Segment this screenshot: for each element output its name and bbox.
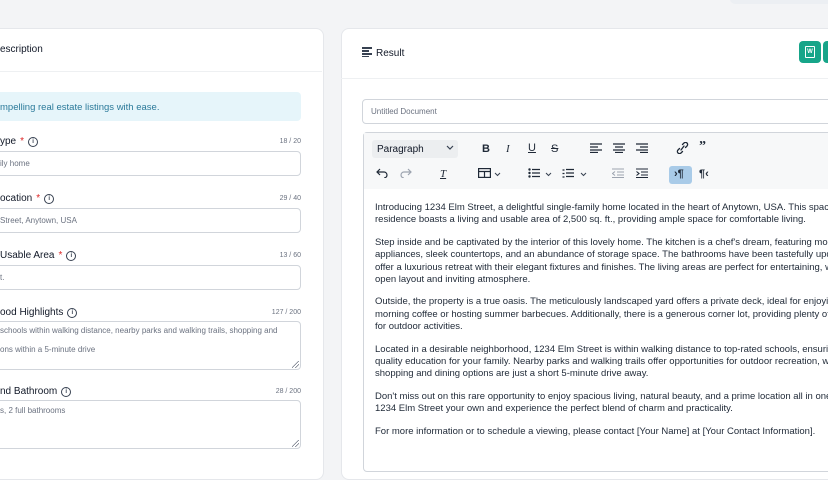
divider [341,78,828,79]
required-marker: * [20,136,25,147]
chevron-down-icon[interactable] [580,172,587,177]
paragraph: Don't miss out on this rare opportunity … [375,390,828,415]
link-icon[interactable] [676,142,689,154]
clear-format-icon[interactable]: T [440,168,446,180]
help-icon[interactable]: i [67,308,78,318]
ltr-icon: ›¶ [674,168,684,180]
input-value: ily home [0,159,30,168]
field-location-label: ocation * i [0,193,55,204]
export-word-button[interactable]: W [799,41,821,63]
paragraph: Step inside and be captivated by the int… [375,236,828,286]
underline-icon[interactable]: U [528,142,536,154]
info-text: mpelling real estate listings with ease. [0,102,160,113]
chevron-down-icon [446,145,454,150]
align-left-icon [362,47,372,57]
char-count: 13 / 60 [279,252,301,259]
indent-icon[interactable] [636,168,648,178]
word-doc-icon: W [805,46,815,58]
textarea-line: s, 2 full bathrooms [0,406,66,415]
help-icon[interactable]: i [44,194,55,204]
field-neighborhood-label: ood Highlights i [0,307,78,318]
textarea-line: schools within walking distance, nearby … [0,326,278,335]
rtl-icon[interactable]: ¶‹ [699,168,709,180]
editor-content[interactable]: Introducing 1234 Elm Street, a delightfu… [375,202,828,448]
paragraph: Outside, the property is a true oasis. T… [375,296,828,333]
align-right-icon[interactable] [636,143,648,153]
italic-icon[interactable]: I [506,143,510,155]
align-center-icon[interactable] [613,143,625,153]
resize-handle-icon[interactable] [292,361,299,368]
required-marker: * [36,193,41,204]
export-button[interactable] [823,41,828,63]
align-left-icon[interactable] [590,143,602,153]
block-format-label: Paragraph [377,144,424,155]
paragraph: For more information or to schedule a vi… [375,425,816,437]
char-count: 127 / 200 [271,309,301,316]
divider [0,71,322,72]
char-count: 18 / 20 [279,138,301,145]
field-type-label: ype * i [0,136,39,147]
help-icon[interactable]: i [66,251,77,261]
blockquote-icon[interactable]: ” [699,140,706,154]
textarea-line: ons within a 5-minute drive [0,345,96,354]
top-shadow [730,0,828,4]
paragraph: Introducing 1234 Elm Street, a delightfu… [375,202,828,226]
property-type-input[interactable] [0,151,301,176]
panel-title: escription [0,44,43,55]
char-count: 28 / 200 [275,388,301,395]
input-value: t. [0,273,5,282]
required-marker: * [58,250,63,261]
field-bathroom-label: nd Bathroom i [0,386,72,397]
usable-area-input[interactable] [0,265,301,290]
bold-icon[interactable]: B [482,143,490,155]
resize-handle-icon[interactable] [292,440,299,447]
help-icon[interactable]: i [61,387,72,397]
outdent-icon[interactable] [612,168,624,178]
chevron-down-icon[interactable] [545,172,552,177]
table-icon[interactable] [478,168,491,178]
strikethrough-icon[interactable]: S [551,143,558,155]
bullet-list-icon[interactable] [528,168,540,178]
input-value: Street, Anytown, USA [0,216,77,225]
redo-icon[interactable] [400,168,412,178]
help-icon[interactable]: i [28,137,39,147]
field-usable-area-label: Usable Area * i [0,250,77,261]
result-title: Result [376,48,405,59]
paragraph: Located in a desirable neighborhood, 123… [375,343,828,380]
numbered-list-icon[interactable] [562,168,574,178]
char-count: 29 / 40 [279,195,301,202]
undo-icon[interactable] [376,168,388,178]
chevron-down-icon[interactable] [494,172,501,177]
document-title-placeholder: Untitled Document [371,107,437,116]
